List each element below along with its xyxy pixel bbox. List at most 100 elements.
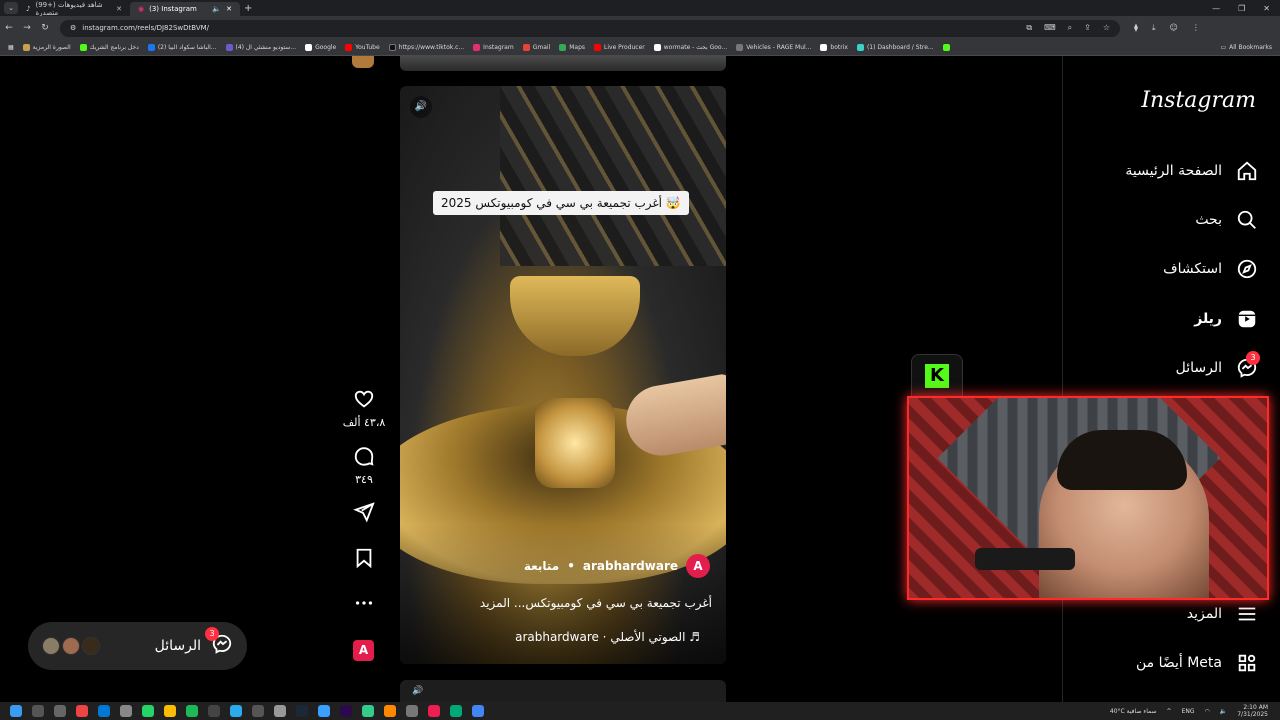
share-icon[interactable]: ⇪ [1084,23,1091,33]
bookmark-item[interactable]: Instagram [473,44,514,51]
bookmark-item[interactable]: Google [305,44,336,51]
all-bookmarks[interactable]: ▭ All Bookmarks [1220,44,1280,51]
profile-icon[interactable]: ☺ [1170,23,1178,33]
reload-button[interactable]: ↻ [36,23,54,33]
apps-icon[interactable]: ▦ [8,44,14,51]
bookmark-item[interactable]: botrix [820,44,848,51]
share-button[interactable] [340,501,388,527]
telegram-icon[interactable] [230,705,242,717]
translate-icon[interactable]: ⌨ [1044,23,1056,33]
new-tab-button[interactable]: + [244,3,252,14]
minimize-button[interactable]: — [1212,4,1220,13]
author-avatar[interactable]: A [686,554,710,578]
sound-icon[interactable]: 🔊 [412,686,423,696]
clock[interactable]: 2:10 AM 7/31/2025 [1237,704,1268,718]
more-options-button[interactable] [340,592,388,618]
next-reel-edge[interactable]: 🔊 [400,680,726,702]
chrome-icon[interactable] [164,705,176,717]
audio-avatar-button[interactable]: A [353,640,374,661]
sidebar-item-messages[interactable]: الرسائل 3 [1176,351,1260,379]
bookmark-item[interactable]: wormate - بحث Goo... [653,44,727,51]
back-button[interactable]: ← [0,23,18,33]
messages-pill[interactable]: الرسائل 3 [28,622,247,670]
taskbar: 40°C سماء صافية ^ ENG ◠ 🔈 2:10 AM 7/31/2… [0,702,1280,720]
sidebar-item-more[interactable]: المزيد [1187,603,1258,625]
site-info-icon[interactable]: ⚙ [70,24,76,32]
sidebar-item-search[interactable]: بحث [1195,209,1258,231]
url-bar[interactable]: ⚙ instagram.com/reels/DJ82SwDtBVM/ ⧉ ⌨ ⌕… [60,19,1120,37]
bookmark-item[interactable] [942,44,950,51]
comment-button[interactable]: ٣٤٩ [340,445,388,486]
wifi-icon[interactable]: ◠ [1205,708,1210,715]
bookmark-item[interactable]: (4) ستوديو منشئي ال... [225,44,296,51]
tray-chevron-icon[interactable]: ^ [1167,708,1172,715]
app-icon[interactable] [406,705,418,717]
menu-icon[interactable]: ⋮ [1192,23,1200,33]
bookmark-item[interactable]: Maps [559,44,585,51]
bookmark-item[interactable]: https://www.tiktok.c... [388,44,464,51]
search-icon[interactable] [32,705,44,717]
app-icon[interactable] [318,705,330,717]
sidebar-item-reels[interactable]: ريلز [1194,308,1258,330]
premiere-icon[interactable] [340,705,352,717]
previous-reel-avatar[interactable] [352,56,374,68]
maximize-button[interactable]: ❐ [1238,4,1245,13]
steam-icon[interactable] [296,705,308,717]
weather-text[interactable]: 40°C سماء صافية [1110,708,1157,715]
like-button[interactable]: ٤٣،٨ ألف [340,388,388,429]
windows-start-icon[interactable] [10,705,22,717]
sidebar-item-explore[interactable]: استكشاف [1163,258,1258,280]
app-icon[interactable] [362,705,374,717]
bookmark-item[interactable]: (1) Dashboard / Stre... [856,44,934,51]
tab-youtube[interactable]: ♪ (99+) شاهد فيديوهات متصدرة ✕ [18,1,130,17]
reel-username[interactable]: arabhardware [583,559,678,573]
mute-icon[interactable]: 🔈 [212,5,221,13]
install-icon[interactable]: ⧉ [1026,23,1032,33]
chrome-icon[interactable] [472,705,484,717]
app-icon[interactable] [186,705,198,717]
extensions-icon[interactable]: ⧫ [1134,23,1138,33]
app-icon[interactable] [252,705,264,717]
follow-button[interactable]: متابعة [524,559,559,573]
forward-button[interactable]: → [18,23,36,33]
close-icon[interactable]: ✕ [226,5,232,13]
save-button[interactable] [340,547,388,573]
tab-search-button[interactable]: ⌄ [4,2,18,14]
app-icon[interactable] [120,705,132,717]
whatsapp-icon[interactable] [142,705,154,717]
bookmark-item[interactable]: الصورة الرمزية [22,44,71,51]
system-tray: 40°C سماء صافية ^ ENG ◠ 🔈 2:10 AM 7/31/2… [1110,704,1280,718]
bookmark-star-icon[interactable]: ☆ [1103,23,1110,33]
zoom-icon[interactable]: ⌕ [1068,23,1072,33]
sound-icon[interactable]: 🔊 [410,96,432,118]
sidebar-item-meta[interactable]: أيضًا من Meta [1136,652,1258,674]
app-icon[interactable] [76,705,88,717]
volume-icon[interactable]: 🔈 [1220,708,1227,715]
app-icon[interactable] [274,705,286,717]
tab-instagram[interactable]: ◉ (3) Instagram 🔈 ✕ [130,2,240,16]
bookmark-item[interactable]: دخل برنامج الشريك [79,44,139,51]
bookmark-item[interactable]: YouTube [345,44,380,51]
bookmark-item[interactable]: (2) الباشا سكواد البيا... [147,44,217,51]
reel-description[interactable]: أغرب تجميعة بي سي في كومبيوتكس... المزيد [480,596,712,610]
close-icon[interactable]: ✕ [116,5,122,13]
app-icon[interactable] [208,705,220,717]
reel-video[interactable]: 🔊 أغرب تجميعة بي سي في كومبيوتكس 2025 🤯 … [400,86,726,664]
taskview-icon[interactable] [54,705,66,717]
downloads-icon[interactable]: ⤓ [1152,23,1156,33]
video-scene [510,276,640,356]
bookmark-item[interactable]: Live Producer [594,44,645,51]
language-indicator[interactable]: ENG [1182,708,1195,715]
bookmark-item[interactable]: Gmail [522,44,550,51]
sidebar-item-home[interactable]: الصفحة الرئيسية [1125,160,1258,182]
close-window-button[interactable]: ✕ [1263,4,1270,13]
app-icon[interactable] [450,705,462,717]
app-icon[interactable] [384,705,396,717]
bookmark-item[interactable]: Vehicles - RAGE Mul... [736,44,811,51]
kick-logo-icon: K [925,364,949,388]
instagram-logo[interactable]: Instagram [1141,88,1256,113]
app-icon[interactable] [98,705,110,717]
tiktok-icon[interactable] [428,705,440,717]
reel-audio[interactable]: arabhardware · الصوتي الأصلي ♬ [515,630,700,644]
kick-logo-badge: K [911,354,963,398]
